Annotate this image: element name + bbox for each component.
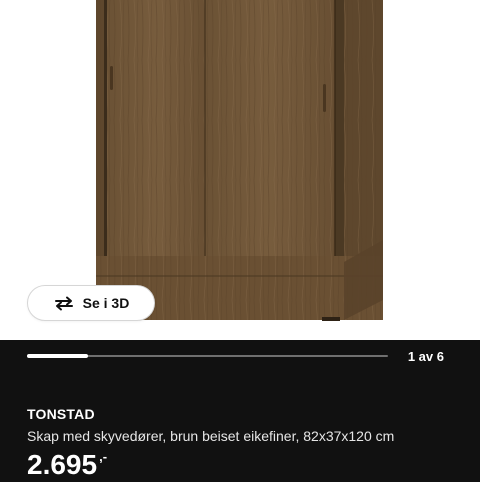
product-image-gallery[interactable]: Se i 3D (0, 0, 480, 340)
rotate-arrows-icon (54, 296, 73, 311)
gallery-progress-bar (27, 354, 388, 358)
view-in-3d-button[interactable]: Se i 3D (27, 285, 155, 321)
gallery-progress-fill (27, 354, 89, 358)
price-amount: 2.695 (27, 449, 98, 480)
view-in-3d-label: Se i 3D (82, 295, 130, 311)
product-name[interactable]: TONSTAD (27, 406, 95, 422)
image-page-indicator: 1 av 6 (407, 349, 444, 364)
price-suffix: ,- (99, 449, 108, 464)
product-price: 2.695 ,- (27, 448, 107, 482)
product-description: Skap med skyvedører, brun beiset eikefin… (27, 428, 395, 444)
